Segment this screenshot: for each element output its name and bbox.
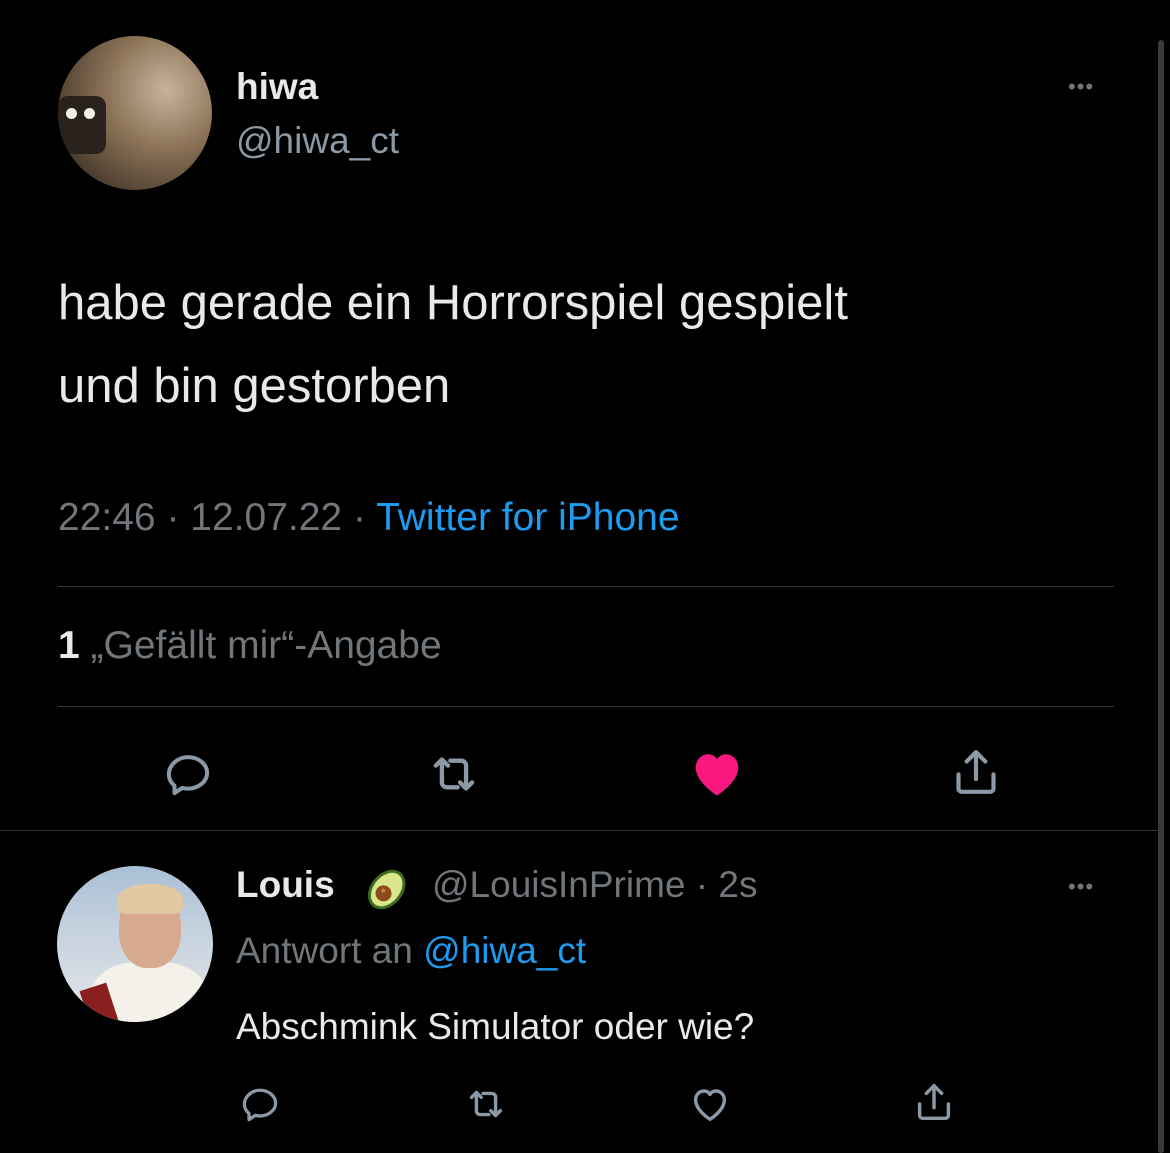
retweet-icon (469, 1090, 503, 1118)
reply-author-handle[interactable]: @LouisInPrime (432, 864, 686, 905)
author-avatar[interactable] (58, 36, 212, 190)
scrollbar[interactable] (1158, 40, 1164, 1153)
meta-separator: · (695, 864, 709, 905)
author-name[interactable]: hiwa (236, 66, 318, 108)
tweet-text: habe gerade ein Horrorspiel gespielt und… (58, 262, 1118, 428)
avocado-icon (360, 860, 416, 916)
reply-more-options-icon[interactable]: ••• (1068, 874, 1094, 900)
divider (58, 706, 1114, 707)
author-handle[interactable]: @hiwa_ct (236, 120, 399, 162)
more-options-icon[interactable]: ••• (1068, 74, 1094, 100)
share-icon (956, 750, 996, 794)
likes-label: „Gefällt mir“-Angabe (90, 624, 442, 667)
heart-filled-icon (695, 754, 739, 796)
reply-to-prefix: Antwort an (236, 930, 413, 971)
tweet-meta: 22:46 · 12.07.22 · Twitter for iPhone (58, 496, 680, 540)
reply-age[interactable]: 2s (718, 864, 757, 905)
meta-separator: · (166, 496, 180, 539)
likes-summary[interactable]: 1 „Gefällt mir“-Angabe (58, 624, 442, 668)
heart-outline-icon (693, 1089, 727, 1122)
tweet-text-line: und bin gestorben (58, 359, 451, 413)
reply-retweet-button[interactable] (462, 1080, 510, 1128)
reply-to-mention[interactable]: @hiwa_ct (423, 930, 586, 971)
share-icon (917, 1083, 951, 1121)
avatar-detail (66, 108, 77, 119)
meta-separator: · (352, 496, 366, 539)
reply-text: Abschmink Simulator oder wie? (236, 1006, 755, 1047)
divider (0, 830, 1158, 831)
reply-author-name[interactable]: Louis (236, 864, 335, 906)
reply-share-button[interactable] (910, 1078, 958, 1126)
like-button[interactable] (684, 740, 750, 806)
reply-author-meta: @LouisInPrime · 2s (432, 864, 757, 906)
tweet-text-line: habe gerade ein Horrorspiel gespielt (58, 276, 848, 330)
reply-author-avatar[interactable] (57, 866, 213, 1022)
divider (58, 586, 1114, 587)
share-button[interactable] (946, 742, 1006, 802)
avatar-hair (117, 884, 183, 914)
tweet-time[interactable]: 22:46 (58, 496, 156, 539)
reply-icon (242, 1088, 278, 1122)
avatar-figure (58, 96, 106, 154)
avatar-detail (84, 108, 95, 119)
reply-icon (166, 755, 210, 796)
retweet-button[interactable] (424, 744, 484, 804)
retweet-icon (433, 757, 475, 791)
tweet-date[interactable]: 12.07.22 (190, 496, 342, 539)
tweet-source-link[interactable]: Twitter for iPhone (376, 496, 679, 539)
reply-reply-button[interactable] (236, 1080, 284, 1128)
reply-to-line: Antwort an @hiwa_ct (236, 930, 586, 972)
reply-button[interactable] (158, 744, 218, 804)
likes-count: 1 (58, 624, 80, 667)
reply-like-button[interactable] (686, 1080, 734, 1128)
